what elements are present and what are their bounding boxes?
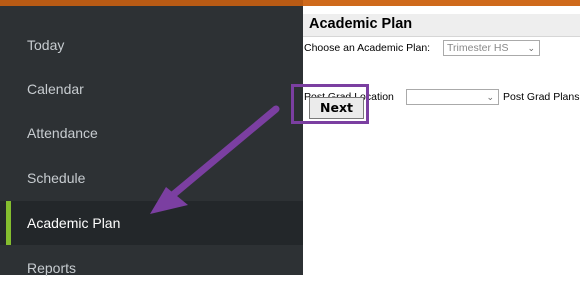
annotation-arrow: [150, 105, 280, 214]
